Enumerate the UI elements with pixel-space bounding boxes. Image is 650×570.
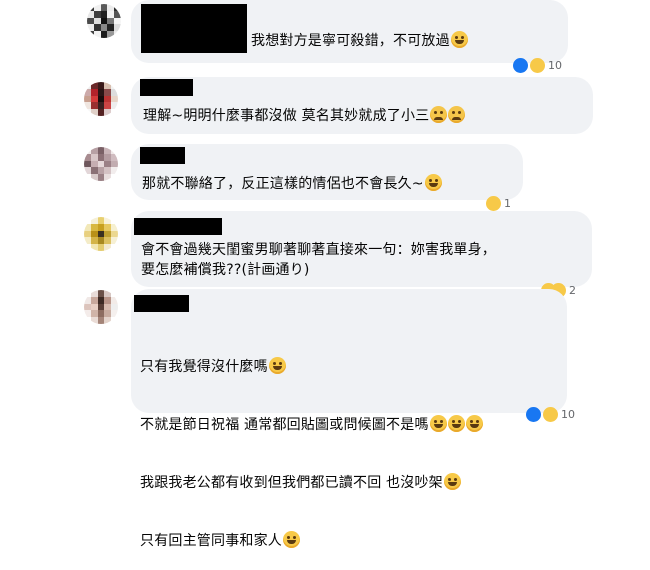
crying-face-emoji-icon [430, 106, 448, 123]
haha-reaction-icon [530, 57, 545, 73]
grinning-sweat-emoji-icon [429, 415, 447, 432]
avatar[interactable] [84, 290, 118, 324]
comment-line: 我跟我老公都有收到但我們都已讀不回 也沒吵架 [140, 475, 443, 491]
redacted-author-name [140, 147, 185, 164]
redacted-author-name [141, 4, 247, 53]
reaction-summary[interactable]: 10 [526, 405, 575, 423]
avatar[interactable] [84, 82, 118, 116]
like-reaction-icon [526, 406, 541, 422]
comment-line: 要怎麼補償我??(計画通り) [141, 262, 310, 278]
like-reaction-icon [513, 57, 528, 73]
comment-text: 那就不聯絡了，反正這樣的情侶也不會長久~ [142, 174, 442, 194]
grinning-sweat-emoji-icon [424, 174, 442, 191]
grinning-sweat-emoji-icon [465, 415, 483, 432]
comment-line: 理解~明明什麼事都沒做 莫名其妙就成了小三 [143, 108, 430, 124]
comment-text: 只有我覺得沒什麼嗎 不就是節日祝福 通常都回貼圖或問候圖不是嗎 我跟我老公都有收… [140, 319, 483, 570]
comment-line: 我想對方是寧可殺錯，不可放過 [251, 33, 450, 49]
avatar[interactable] [84, 147, 118, 181]
reaction-count: 10 [548, 58, 562, 72]
haha-reaction-icon [486, 195, 501, 211]
haha-reaction-icon [543, 406, 558, 422]
comment-line: 那就不聯絡了，反正這樣的情侶也不會長久~ [142, 176, 424, 192]
reaction-count: 1 [504, 196, 511, 210]
comment-line: 只有回主管同事和家人 [140, 533, 282, 549]
avatar[interactable] [84, 217, 118, 251]
comment-line: 不就是節日祝福 通常都回貼圖或問候圖不是嗎 [140, 417, 429, 433]
redacted-author-name [140, 79, 193, 96]
comment-text: 理解~明明什麼事都沒做 莫名其妙就成了小三 [143, 106, 466, 126]
smiling-face-emoji-icon [283, 531, 300, 548]
comment-text: 會不會過幾天閨蜜男聊著聊著直接來一句：妳害我單身， 要怎麼補償我??(計画通り) [141, 240, 496, 280]
reaction-count: 10 [561, 407, 575, 421]
reaction-summary[interactable]: 1 [486, 194, 511, 212]
comment-text: 我想對方是寧可殺錯，不可放過 [251, 31, 468, 51]
crying-face-emoji-icon [448, 106, 466, 123]
comment-line: 只有我覺得沒什麼嗎 [140, 359, 268, 375]
grinning-sweat-emoji-icon [450, 31, 468, 48]
avatar[interactable] [87, 4, 121, 38]
redacted-author-name [134, 218, 222, 235]
grinning-sweat-emoji-icon [268, 357, 286, 374]
reaction-count: 2 [569, 283, 576, 297]
grinning-sweat-emoji-icon [443, 473, 461, 490]
comment-line: 會不會過幾天閨蜜男聊著聊著直接來一句：妳害我單身， [141, 242, 496, 258]
grinning-sweat-emoji-icon [447, 415, 465, 432]
redacted-author-name [134, 295, 189, 312]
reaction-summary[interactable]: 10 [513, 56, 562, 74]
